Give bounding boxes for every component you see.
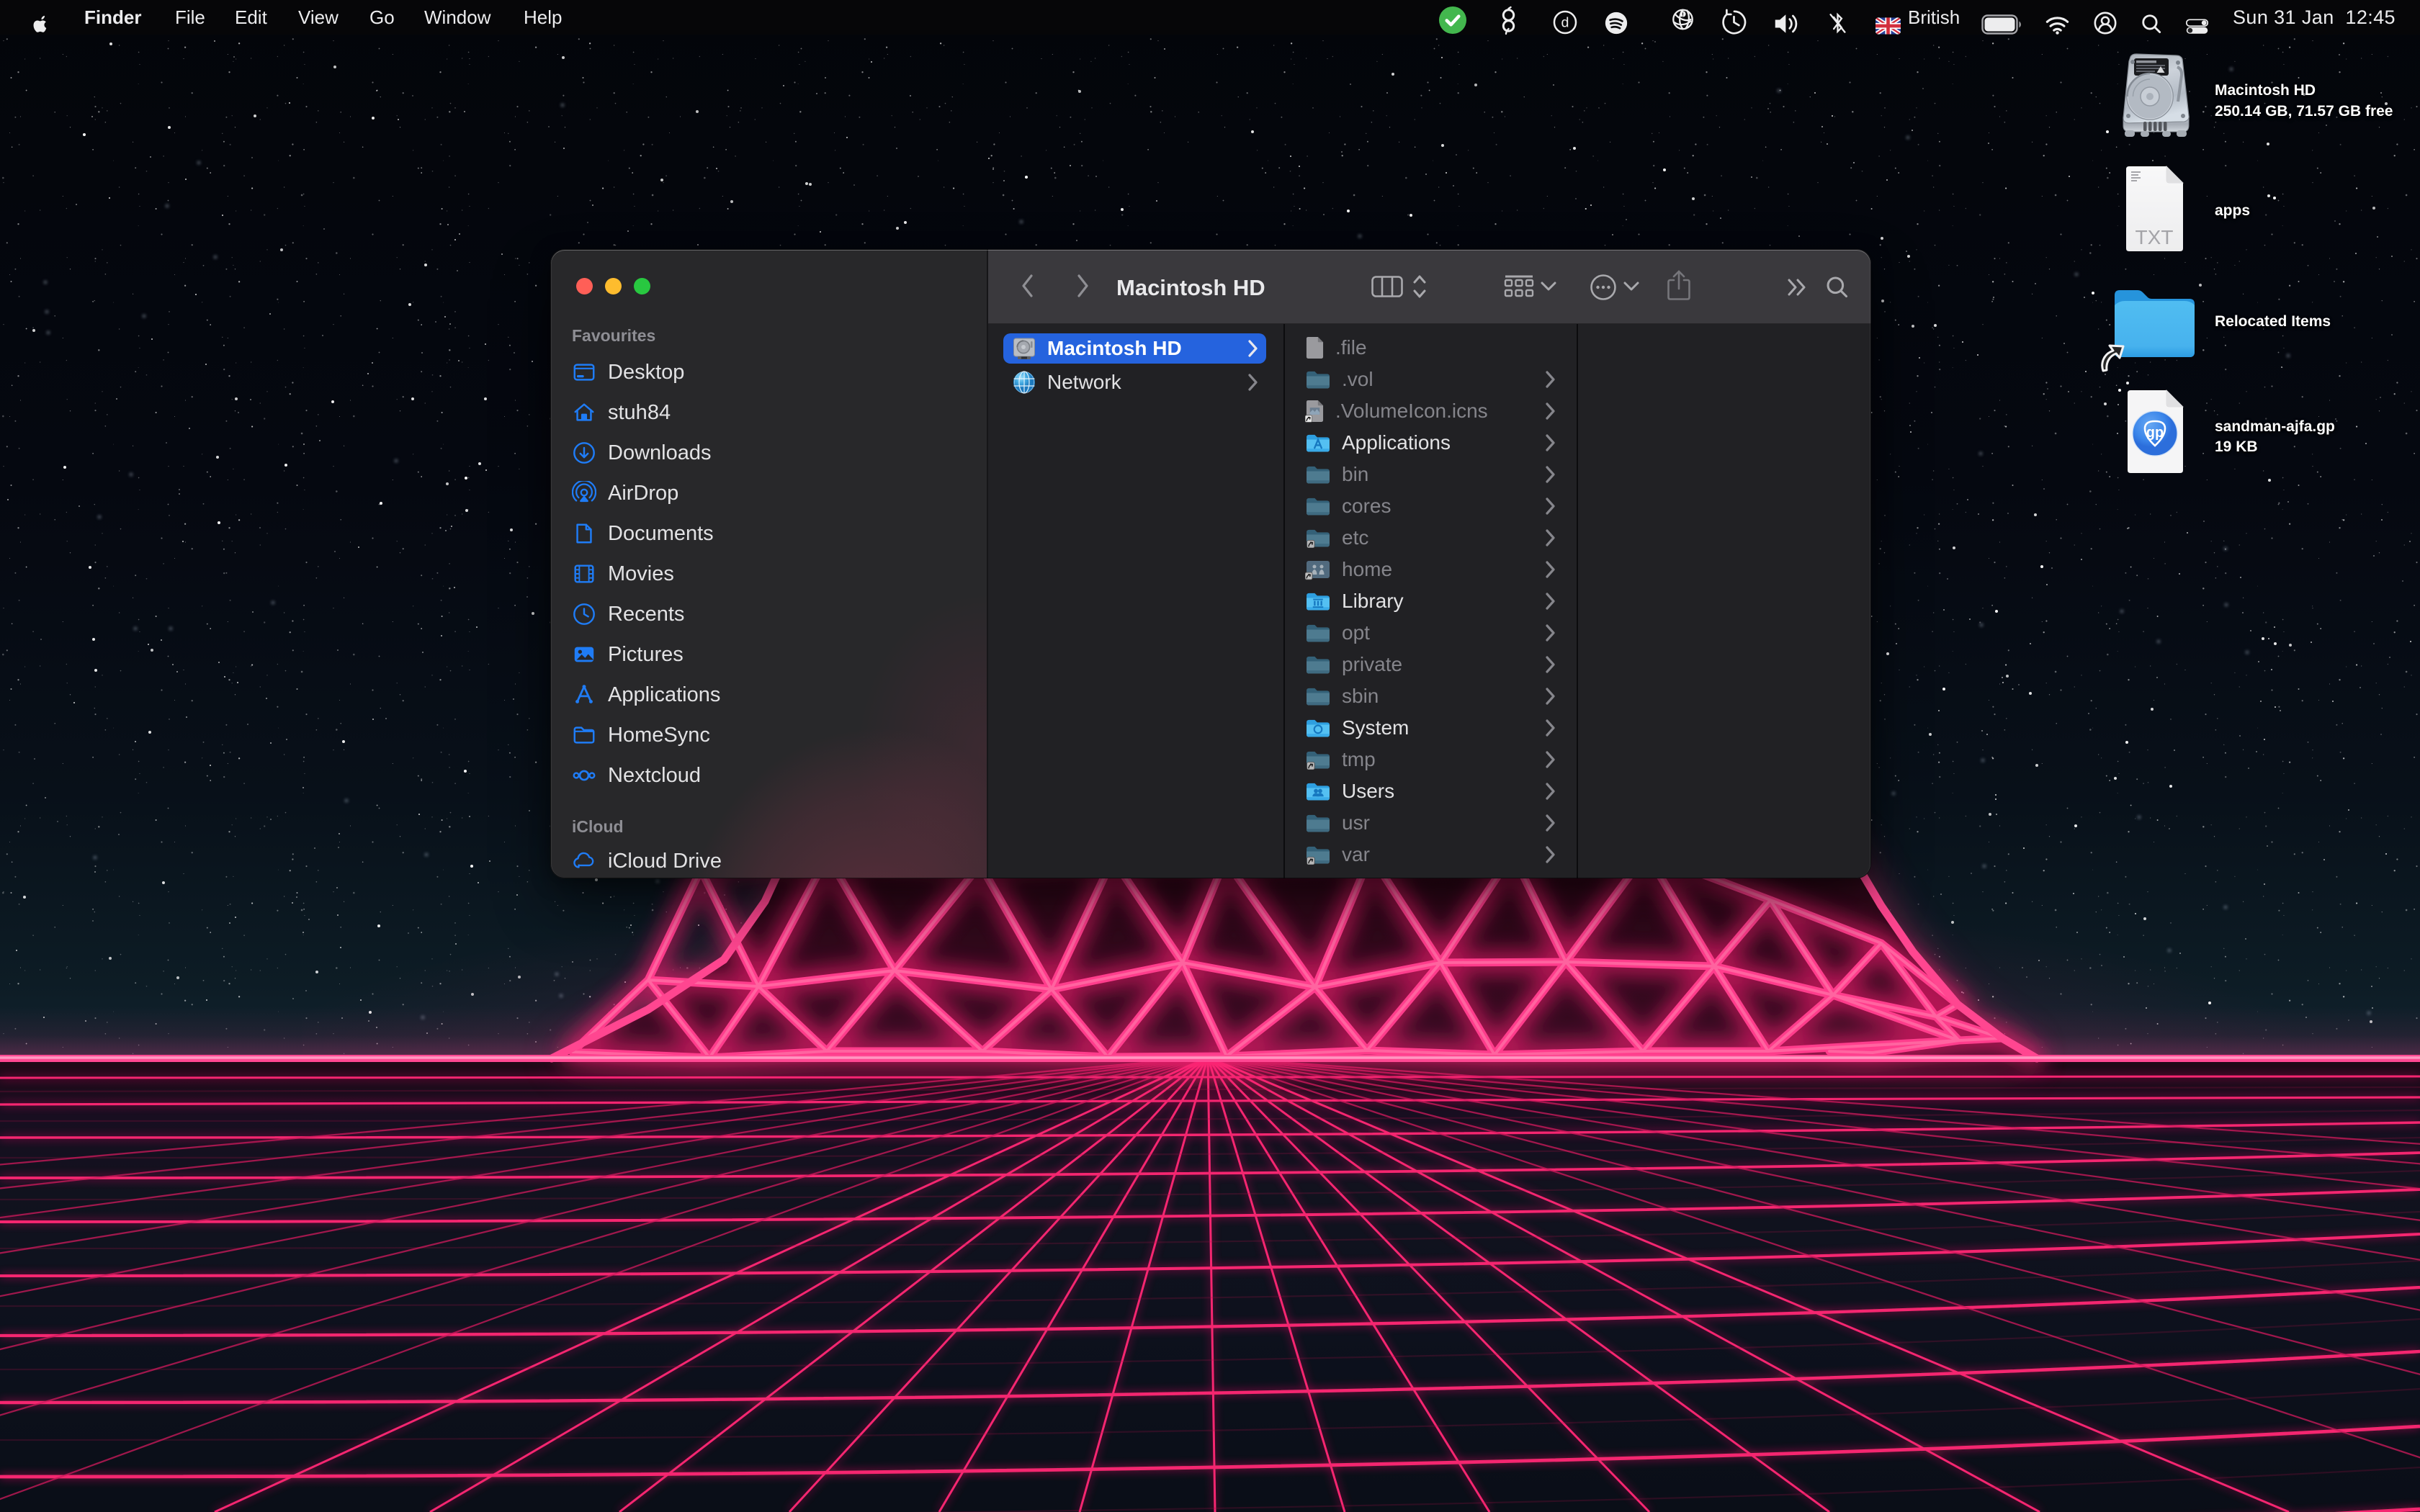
svg-text:!: ! bbox=[1682, 12, 1684, 18]
svg-text:gp: gp bbox=[2146, 425, 2164, 441]
svg-text:d: d bbox=[1561, 15, 1569, 31]
svg-text:TXT: TXT bbox=[2136, 226, 2174, 248]
